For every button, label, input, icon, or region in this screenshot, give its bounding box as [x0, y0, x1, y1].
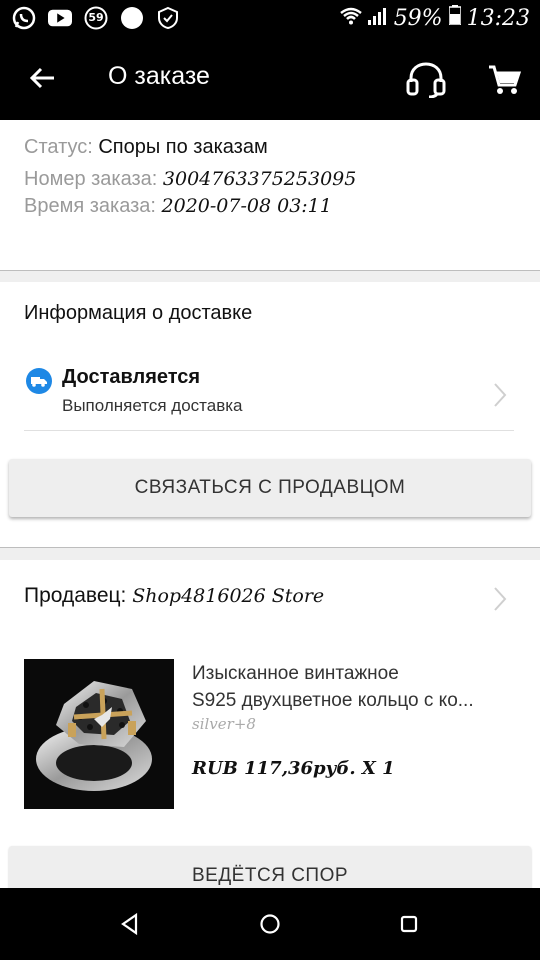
- arrow-back-icon: [29, 67, 54, 89]
- nav-recents-button[interactable]: [395, 910, 423, 938]
- order-info: Статус: Споры по заказам Номер заказа: 3…: [0, 120, 540, 270]
- cart-icon: [489, 65, 521, 94]
- product-attribute: silver+8: [192, 715, 256, 733]
- order-number-value: 3004763375253095: [162, 168, 357, 190]
- delivery-section: Информация о доставке Доставляется Выпол…: [0, 282, 540, 547]
- youtube-icon: [48, 6, 72, 30]
- delivery-status-row[interactable]: Доставляется Выполняется доставка: [24, 362, 514, 431]
- back-button[interactable]: [22, 58, 62, 98]
- cart-button[interactable]: [482, 56, 526, 104]
- order-time-line: Время заказа: 2020-07-08 03:11: [24, 195, 332, 218]
- app-toolbar: О заказе: [0, 38, 540, 120]
- nav-home-button[interactable]: [256, 910, 284, 938]
- seller-row[interactable]: Продавец: Shop4816026 Store: [0, 578, 540, 622]
- shield-icon: [156, 6, 180, 30]
- circle-icon: [120, 6, 144, 30]
- status-value: Споры по заказам: [98, 136, 268, 158]
- product-name-line1: Изысканное винтажное: [192, 663, 399, 684]
- order-time-value: 2020-07-08 03:11: [161, 195, 332, 217]
- nav-back-button[interactable]: [116, 910, 144, 938]
- page-title: О заказе: [108, 62, 210, 90]
- delivery-state-subtitle: Выполняется доставка: [62, 396, 243, 415]
- seller-name: Shop4816026 Store: [132, 585, 325, 607]
- status-bar: 59 59% 13:23: [0, 0, 540, 38]
- clock: 13:23: [466, 5, 530, 31]
- delivery-state-title: Доставляется: [62, 366, 201, 388]
- support-button[interactable]: [402, 56, 450, 104]
- product-image[interactable]: [24, 659, 174, 809]
- battery-icon: [447, 5, 462, 31]
- delivery-title: Информация о доставке: [24, 302, 253, 324]
- battery-percent: 59%: [393, 5, 443, 31]
- seller-label-line: Продавец: Shop4816026 Store: [24, 584, 324, 608]
- contact-seller-button[interactable]: СВЯЗАТЬСЯ С ПРОДАВЦОМ: [9, 459, 531, 517]
- truck-icon: [26, 368, 52, 394]
- status-label: Статус:: [24, 136, 93, 158]
- notification-count: 59: [88, 11, 104, 24]
- chevron-right-icon: [494, 587, 507, 611]
- seller-section: Продавец: Shop4816026 Store Изысканное в…: [0, 560, 540, 906]
- section-divider: [0, 547, 540, 560]
- product-name-line2: S925 двухцветное кольцо с ко...: [192, 690, 474, 711]
- whatsapp-icon: [12, 6, 36, 30]
- circle-home-icon: [260, 914, 280, 934]
- order-number-line: Номер заказа: 3004763375253095: [24, 168, 356, 191]
- system-nav-bar: [0, 888, 540, 960]
- order-number-label: Номер заказа:: [24, 168, 158, 190]
- headset-icon: [406, 62, 446, 98]
- wifi-icon: [339, 6, 362, 31]
- triangle-back-icon: [121, 912, 138, 936]
- order-time-label: Время заказа:: [24, 195, 156, 217]
- section-divider: [0, 270, 540, 282]
- notification-count-icon: 59: [84, 6, 108, 30]
- signal-icon: [367, 6, 388, 31]
- product-price: RUB 117,36руб. X 1: [192, 758, 395, 779]
- seller-label: Продавец:: [24, 584, 127, 607]
- chevron-right-icon: [494, 383, 507, 407]
- square-recents-icon: [400, 915, 418, 933]
- order-status-line: Статус: Споры по заказам: [24, 136, 268, 159]
- product-name[interactable]: Изысканное винтажное S925 двухцветное ко…: [192, 660, 522, 714]
